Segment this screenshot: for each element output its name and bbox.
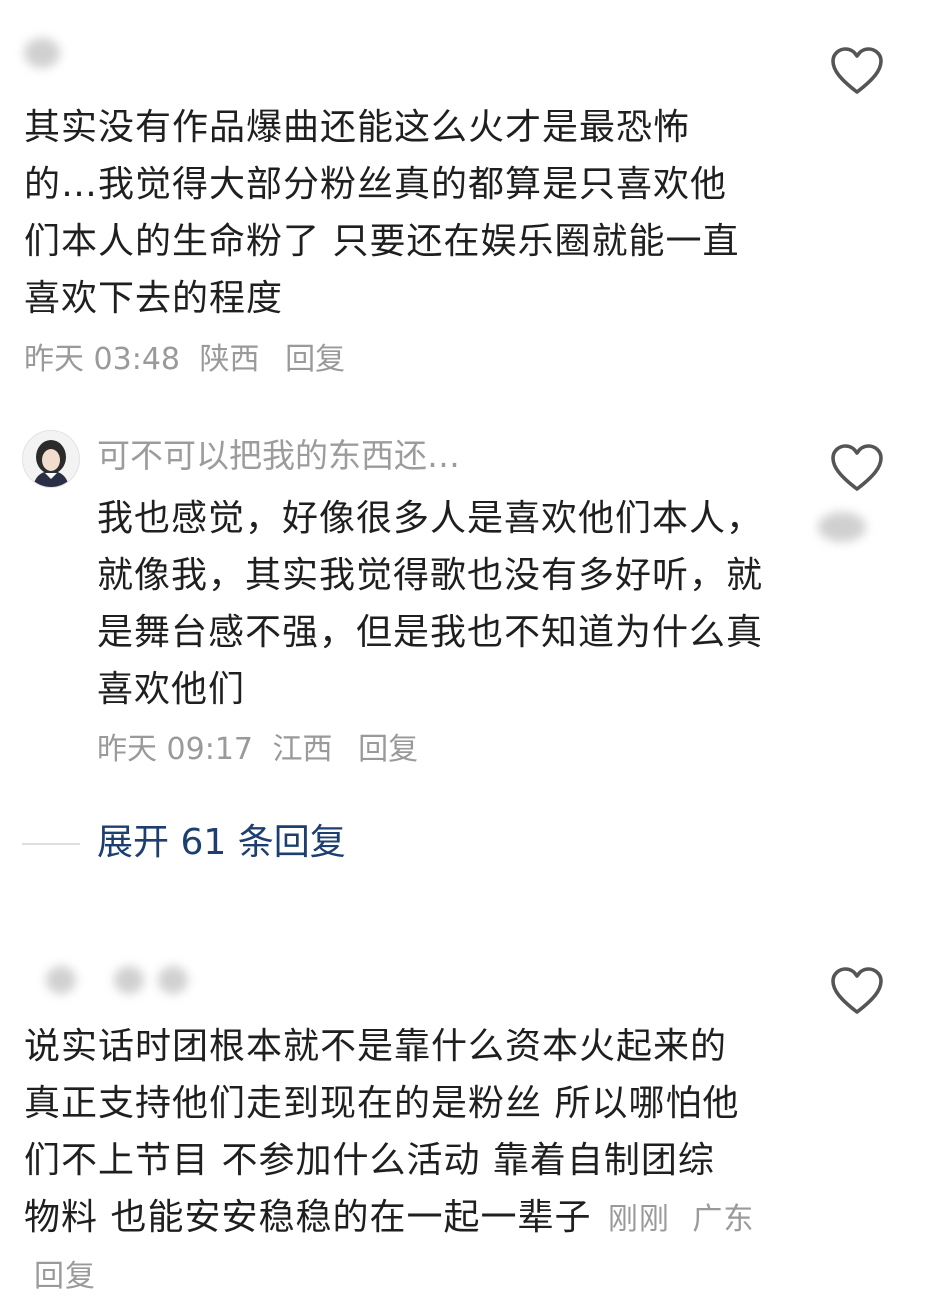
- comment-text: 其实没有作品爆曲还能这么火才是最恐怖的…我觉得大部分粉丝真的都算是只喜欢他们本人…: [24, 107, 740, 319]
- heart-outline-icon: [831, 967, 883, 1014]
- like-button[interactable]: [830, 46, 884, 96]
- comment-time: 昨天 03:48: [24, 342, 180, 377]
- reply-text: 我也感觉，好像很多人是喜欢他们本人，就像我，其实我觉得歌也没有多好听，就是舞台感…: [97, 498, 764, 710]
- reply-button[interactable]: 回复: [34, 1259, 96, 1294]
- reply-button[interactable]: 回复: [285, 342, 345, 377]
- comment-location: 陕西: [199, 342, 260, 377]
- expand-replies-button[interactable]: 展开 61 条回复: [97, 821, 346, 865]
- comment-location: 广东: [692, 1202, 755, 1237]
- blurred-username: [158, 966, 188, 994]
- blurred-username: [46, 966, 76, 994]
- expand-divider: [22, 843, 80, 845]
- blurred-like-count: [818, 512, 866, 542]
- comment-time: 刚刚: [607, 1202, 670, 1237]
- avatar-image: [23, 431, 79, 487]
- heart-outline-icon: [831, 444, 883, 491]
- comment-meta: 昨天 03:48 陕西 回复: [24, 340, 355, 380]
- like-button[interactable]: [830, 443, 884, 493]
- comment-text: 说实话时团根本就不是靠什么资本火起来的 真正支持他们走到现在的是粉丝 所以哪怕他…: [24, 1018, 764, 1303]
- like-button[interactable]: [830, 966, 884, 1016]
- reply-button[interactable]: 回复: [358, 732, 418, 767]
- reply-meta: 昨天 09:17 江西 回复: [97, 730, 428, 770]
- reply-location: 江西: [272, 732, 333, 767]
- reply-username[interactable]: 可不可以把我的东西还…: [97, 434, 460, 478]
- user-avatar[interactable]: [22, 430, 80, 488]
- reply-time: 昨天 09:17: [97, 732, 253, 767]
- blurred-username: [114, 966, 144, 994]
- blurred-username: [24, 38, 60, 68]
- heart-outline-icon: [831, 47, 883, 94]
